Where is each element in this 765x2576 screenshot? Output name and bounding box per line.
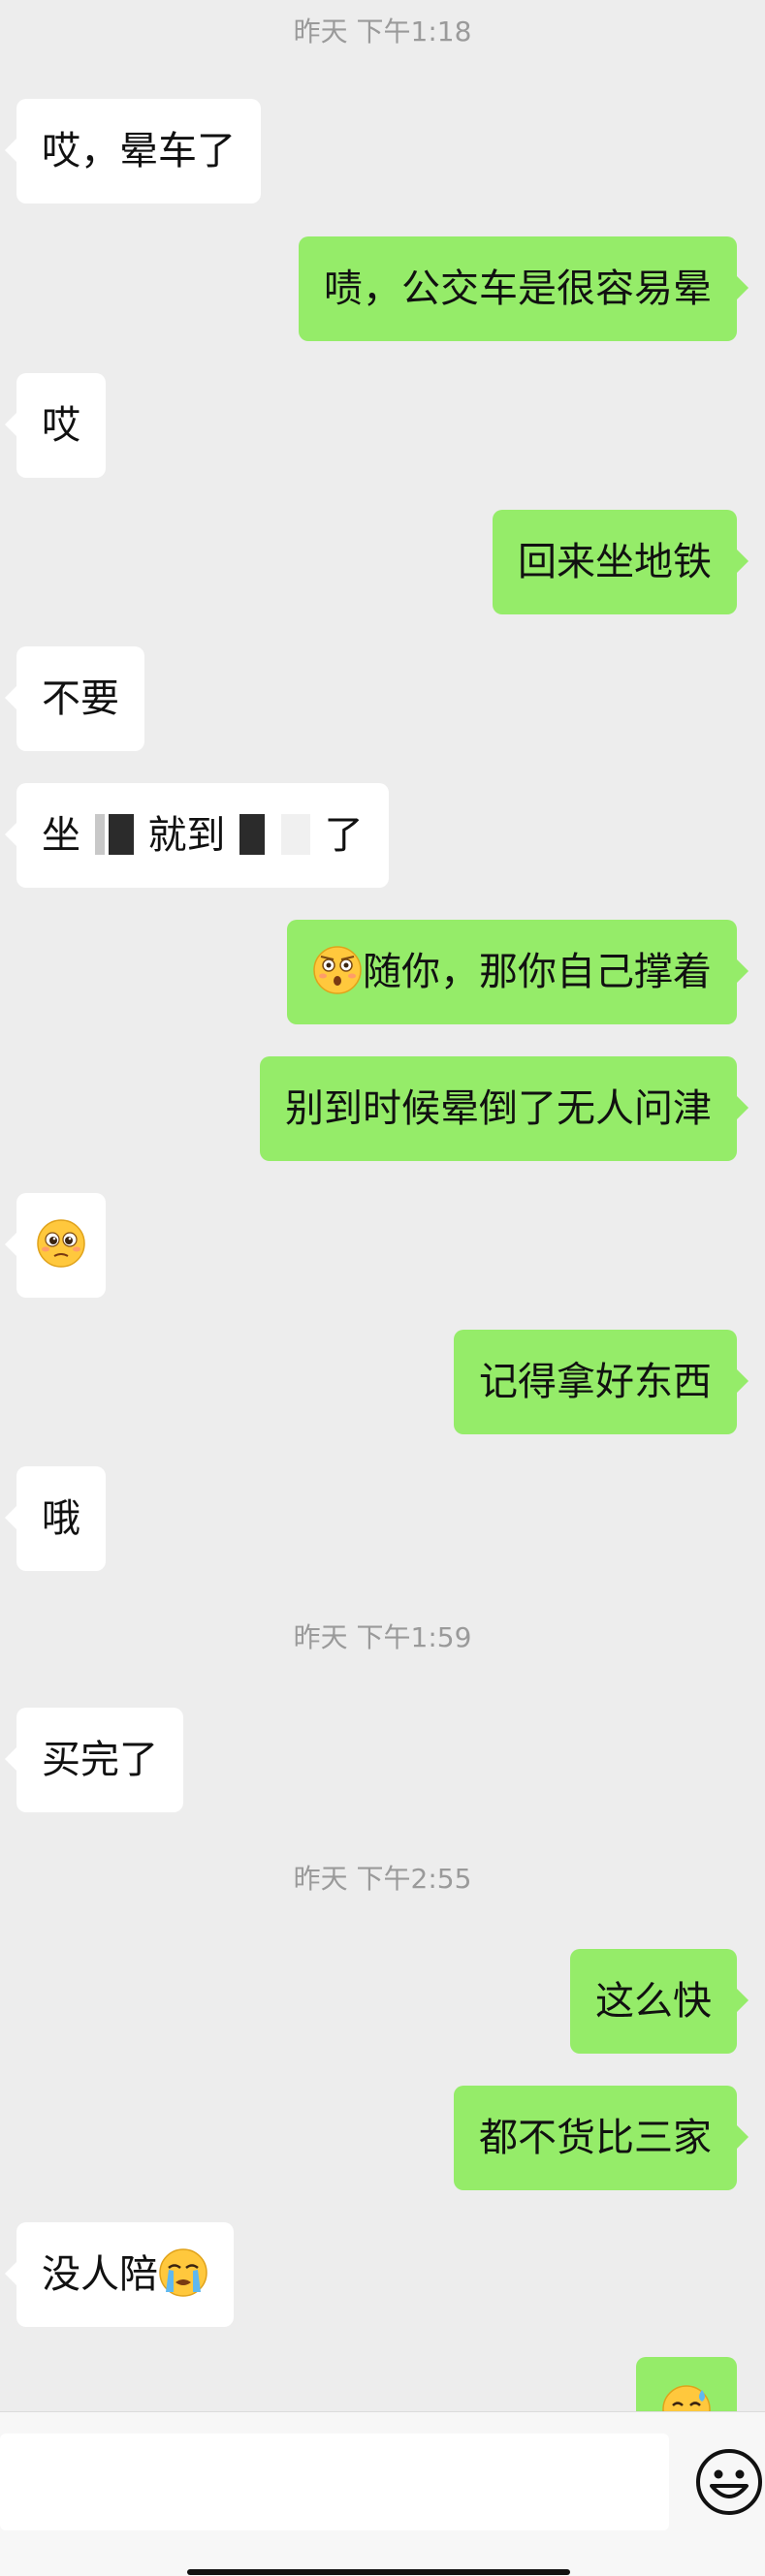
message-bubble-outgoing[interactable]: 回来坐地铁 [493,510,749,614]
message-text: 记得拿好东西 [479,1360,712,1404]
message-bubble-outgoing[interactable]: 这么快 [570,1949,749,2054]
timestamp: 昨天 下午1:18 [293,16,472,47]
message-bubble-incoming[interactable] [5,1193,106,1298]
sweat-smile-emoji [661,2384,712,2411]
chat-area[interactable]: 昨天 下午1:18 哎，晕车了 啧，公交车是很容易晕 哎 回来坐地铁 不要 坐 … [0,0,765,2411]
message-text: 坐 [42,813,80,858]
redaction-mark [108,814,134,855]
message-text: 哎，晕车了 [42,129,236,173]
crying-face-emoji [158,2247,208,2298]
smiley-face-icon[interactable] [694,2447,764,2517]
message-text: 了 [324,813,364,858]
message-bubble-incoming[interactable]: 哦 [5,1466,106,1571]
message-bubble-incoming[interactable]: 哎 [5,373,106,478]
message-bubble-outgoing[interactable]: 啧，公交车是很容易晕 [299,236,749,341]
shocked-face-emoji [312,945,363,995]
message-bubble-incoming-redacted[interactable]: 坐 就到 了 [5,783,389,888]
message-text: 哦 [42,1496,80,1541]
message-text: 买完了 [42,1738,158,1782]
redaction-mark [94,814,105,855]
message-input[interactable] [0,2434,669,2530]
message-text: 哎 [42,403,80,448]
message-bubble-outgoing[interactable]: 别到时候晕倒了无人问津 [260,1056,749,1161]
redaction-mark [280,814,310,855]
message-text: 不要 [42,676,119,721]
message-bubble-incoming[interactable]: 不要 [5,646,144,751]
message-text: 没人陪 [42,2252,158,2297]
message-text: 这么快 [595,1979,712,2024]
message-bubble-outgoing[interactable]: 随你，那你自己撑着 [287,920,749,1024]
message-text: 随你，那你自己撑着 [363,950,712,994]
redaction-mark [239,814,266,855]
timestamp: 昨天 下午1:59 [293,1621,472,1653]
timestamp: 昨天 下午2:55 [293,1863,472,1895]
message-text: 啧，公交车是很容易晕 [324,267,712,311]
message-text: 就到 [147,813,226,858]
message-text: 回来坐地铁 [518,540,712,584]
message-text: 别到时候晕倒了无人问津 [285,1086,712,1131]
message-bubble-incoming[interactable]: 没人陪 [5,2222,234,2327]
message-bubble-incoming[interactable]: 买完了 [5,1708,183,1812]
message-bubble-outgoing[interactable]: 都不货比三家 [454,2086,749,2190]
input-bar [0,2411,765,2576]
message-bubble-outgoing-partial[interactable] [636,2357,737,2411]
message-bubble-incoming[interactable]: 哎，晕车了 [5,99,261,204]
message-text: 都不货比三家 [479,2116,712,2160]
pleading-face-emoji [36,1218,86,1269]
message-bubble-outgoing[interactable]: 记得拿好东西 [454,1330,749,1434]
home-indicator[interactable] [187,2569,570,2575]
